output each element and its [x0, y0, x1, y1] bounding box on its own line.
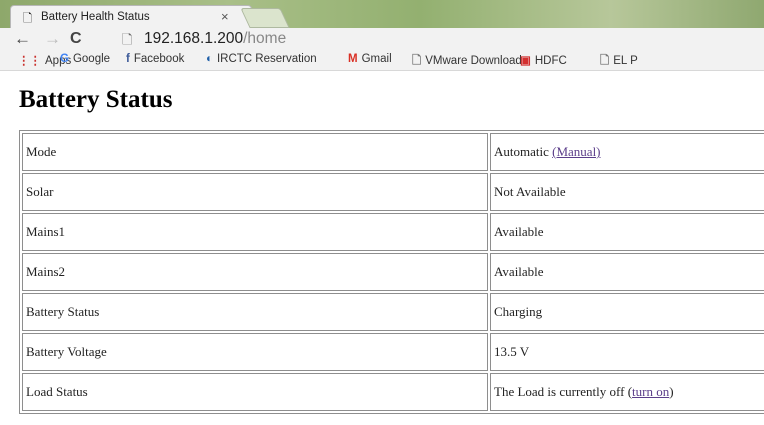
row-value-text: 13.5 V	[494, 344, 530, 359]
row-value: The Load is currently off (turn on)	[490, 373, 764, 411]
table-row: Mains2 Available	[22, 253, 764, 291]
row-value: Available	[490, 213, 764, 251]
tab-strip: 🗋 Battery Health Status ×	[0, 0, 764, 28]
reload-icon[interactable]: C	[70, 29, 82, 49]
row-value-text: Charging	[494, 304, 543, 319]
bookmark-label: HDFC	[534, 55, 567, 67]
bookmark-item[interactable]: 🗋 EL P	[600, 53, 638, 70]
new-tab-button[interactable]	[240, 8, 290, 28]
table-row: Mode Automatic (Manual)	[22, 133, 764, 171]
apps-grid-icon: ⋮⋮	[18, 55, 41, 67]
google-icon: G	[60, 53, 69, 65]
row-value: Charging	[490, 293, 764, 331]
bookmarks-bar: ⋮⋮ Apps G Google f Facebook ◐ IRCTC Reservation…	[0, 50, 764, 71]
close-icon[interactable]: ×	[221, 9, 229, 24]
bookmark-label: Gmail	[361, 53, 392, 65]
gmail-icon: M	[348, 53, 358, 65]
bookmark-item[interactable]: 🗋 VMware Download	[412, 53, 522, 70]
table-row: Mains1 Available	[22, 213, 764, 251]
url-path: /home	[243, 30, 287, 47]
bookmark-label: IRCTC Reservation	[216, 53, 317, 65]
page-icon: 🗋	[412, 55, 422, 67]
row-value-text: Not Available	[494, 184, 566, 199]
page-icon: 🗋	[23, 13, 33, 25]
forward-arrow-icon[interactable]: →	[44, 29, 61, 49]
row-label: Battery Status	[22, 293, 488, 331]
row-label: Mains1	[22, 213, 488, 251]
row-value: 13.5 V	[490, 333, 764, 371]
bookmark-item[interactable]: M Gmail	[348, 53, 392, 65]
bookmark-item[interactable]: G Google	[60, 53, 110, 65]
row-label: Mains2	[22, 253, 488, 291]
bookmark-label: Facebook	[133, 53, 185, 65]
bookmark-item[interactable]: ▣ HDFC	[520, 53, 567, 67]
bookmark-label: Google	[72, 53, 111, 65]
battery-status-table: Mode Automatic (Manual) Solar Not Available…	[19, 130, 764, 414]
row-value: Not Available	[490, 173, 764, 211]
table-row: Battery Status Charging	[22, 293, 764, 331]
back-arrow-icon[interactable]: ←	[14, 29, 31, 49]
browser-tab[interactable]: 🗋 Battery Health Status ×	[10, 5, 252, 28]
bookmark-item[interactable]: ◐ IRCTC Reservation	[206, 53, 317, 65]
url-host: 192.168.1.200	[144, 30, 244, 47]
browser-toolbar: ← → C 🗋 192.168.1.200/home	[0, 28, 764, 50]
row-label: Solar	[22, 173, 488, 211]
tab-title: Battery Health Status	[41, 11, 150, 23]
row-label: Battery Voltage	[22, 333, 488, 371]
row-value-text: Available	[494, 224, 544, 239]
row-label: Mode	[22, 133, 488, 171]
table-row: Battery Voltage 13.5 V	[22, 333, 764, 371]
hdfc-icon: ▣	[520, 55, 531, 67]
irctc-icon: ◐	[206, 53, 213, 65]
row-action-link[interactable]: (Manual)	[552, 144, 600, 159]
bookmark-label: VMware Download	[425, 55, 522, 67]
row-action-link[interactable]: turn on	[632, 384, 669, 399]
facebook-icon: f	[126, 53, 130, 65]
page-title: Battery Status	[19, 86, 173, 113]
row-value-text: Available	[494, 264, 544, 279]
url-text[interactable]: 192.168.1.200/home	[144, 30, 286, 48]
row-label: Load Status	[22, 373, 488, 411]
row-value: Automatic (Manual)	[490, 133, 764, 171]
bookmark-label: EL P	[613, 55, 638, 67]
table-row: Solar Not Available	[22, 173, 764, 211]
table-row: Load Status The Load is currently off (tu…	[22, 373, 764, 411]
address-bar[interactable]: 🗋 192.168.1.200/home	[98, 29, 758, 49]
row-value-suffix: )	[669, 384, 674, 399]
row-value-text: Automatic	[494, 144, 553, 159]
bookmark-item[interactable]: f Facebook	[126, 53, 184, 65]
page-icon: 🗋	[600, 55, 610, 67]
row-value: Available	[490, 253, 764, 291]
row-value-text: The Load is currently off (	[494, 384, 633, 399]
